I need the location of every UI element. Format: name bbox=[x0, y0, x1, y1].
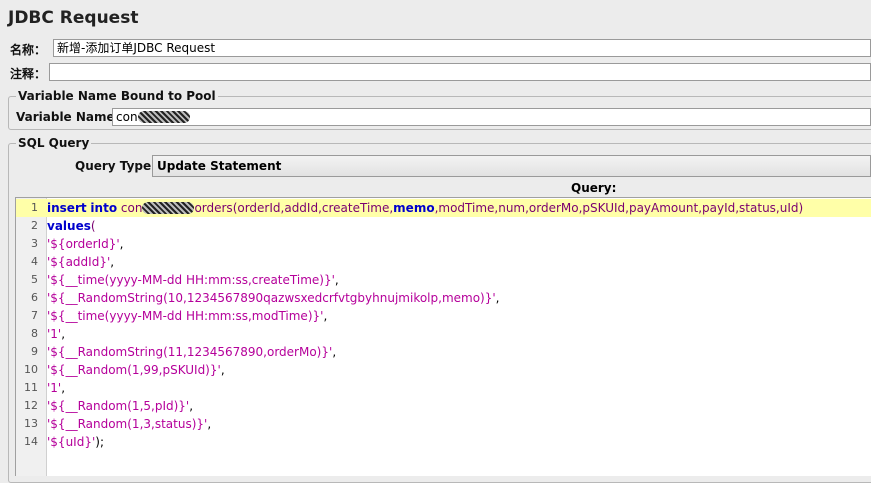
code-line[interactable]: 14 '${uId}'); bbox=[16, 433, 871, 451]
keyword-into: into bbox=[90, 201, 118, 215]
punctuation: , bbox=[189, 399, 194, 413]
string-literal: '1' bbox=[47, 381, 62, 395]
punctuation: , bbox=[334, 273, 339, 287]
redacted-mask-icon bbox=[142, 202, 195, 214]
open-paren: ( bbox=[90, 219, 96, 233]
string-literal: '${uId}' bbox=[47, 435, 96, 449]
punctuation: , bbox=[220, 363, 225, 377]
name-label: 名称： bbox=[10, 43, 47, 57]
punctuation: , bbox=[332, 345, 337, 359]
punctuation: , bbox=[61, 327, 66, 341]
variable-name-value: con bbox=[116, 110, 138, 124]
code-line[interactable]: 10 '${__Random(1,99,pSKUId)}', bbox=[16, 361, 871, 379]
column-list-a: (orderId,addId,createTime, bbox=[232, 201, 394, 215]
line-number: 12 bbox=[24, 399, 38, 412]
string-literal: '${__time(yyyy-MM-dd HH:mm:ss,createTime… bbox=[47, 273, 335, 287]
line-number: 6 bbox=[31, 291, 38, 304]
string-literal: '${orderId}' bbox=[47, 237, 120, 251]
line-number: 7 bbox=[31, 309, 38, 322]
punctuation: , bbox=[110, 255, 115, 269]
code-line[interactable]: 12 '${__Random(1,5,pId)}', bbox=[16, 397, 871, 415]
code-line[interactable]: 13 '${__Random(1,3,status)}', bbox=[16, 415, 871, 433]
sql-editor[interactable]: 1 insert into con orders(orderId,addId,cr… bbox=[15, 197, 871, 476]
redacted-mask-icon bbox=[137, 111, 190, 123]
string-literal: '${__Random(1,5,pId)}' bbox=[47, 399, 190, 413]
code-line[interactable]: 7 '${__time(yyyy-MM-dd HH:mm:ss,modTime)… bbox=[16, 307, 871, 325]
string-literal: '${__RandomString(10,1234567890qazwsxedc… bbox=[47, 291, 496, 305]
line-number: 13 bbox=[24, 417, 38, 430]
string-literal: '${__time(yyyy-MM-dd HH:mm:ss,modTime)}' bbox=[47, 309, 324, 323]
punctuation: , bbox=[119, 237, 124, 251]
punctuation: , bbox=[323, 309, 328, 323]
query-type-label: Query Type: bbox=[75, 159, 156, 173]
punctuation: , bbox=[495, 291, 500, 305]
variable-name-label: Variable Name: bbox=[16, 110, 120, 124]
string-literal: '${addId}' bbox=[47, 255, 111, 269]
line-number: 1 bbox=[31, 201, 38, 214]
name-input[interactable]: 新增-添加订单JDBC Request bbox=[53, 39, 871, 57]
punctuation: , bbox=[61, 381, 66, 395]
code-line[interactable]: 1 insert into con orders(orderId,addId,cr… bbox=[16, 199, 871, 217]
code-line[interactable]: 3 '${orderId}', bbox=[16, 235, 871, 253]
column-list-b: ,modTime,num,orderMo,pSKUId,payAmount,pa… bbox=[434, 201, 804, 215]
string-literal: '${__Random(1,99,pSKUId)}' bbox=[47, 363, 221, 377]
line-number: 5 bbox=[31, 273, 38, 286]
query-header: Query: bbox=[571, 181, 617, 195]
keyword-insert: insert bbox=[47, 201, 87, 215]
comment-label: 注释： bbox=[10, 67, 47, 81]
line-number: 3 bbox=[31, 237, 38, 250]
code-line[interactable]: 11 '1', bbox=[16, 379, 871, 397]
line-number: 14 bbox=[24, 435, 38, 448]
query-type-select[interactable]: Update Statement bbox=[152, 155, 871, 177]
pool-group-title: Variable Name Bound to Pool bbox=[16, 89, 218, 103]
keyword-memo: memo bbox=[393, 201, 435, 215]
comment-input[interactable] bbox=[49, 63, 871, 81]
line-number: 8 bbox=[31, 327, 38, 340]
code-line[interactable]: 4 '${addId}', bbox=[16, 253, 871, 271]
code-line[interactable]: 2 values( bbox=[16, 217, 871, 235]
line-number: 2 bbox=[31, 219, 38, 232]
code-line[interactable]: 5 '${__time(yyyy-MM-dd HH:mm:ss,createTi… bbox=[16, 271, 871, 289]
string-literal: '${__RandomString(11,1234567890,orderMo)… bbox=[47, 345, 333, 359]
sql-group-title: SQL Query bbox=[16, 136, 92, 150]
variable-name-input[interactable]: con bbox=[112, 108, 871, 126]
panel-title: JDBC Request bbox=[8, 8, 139, 28]
code-line[interactable]: 6 '${__RandomString(10,1234567890qazwsxe… bbox=[16, 289, 871, 307]
keyword-values: values bbox=[47, 219, 91, 233]
line-number: 10 bbox=[24, 363, 38, 376]
line-number: 4 bbox=[31, 255, 38, 268]
table-name-suffix: orders bbox=[194, 201, 233, 215]
table-name-prefix: con bbox=[120, 201, 143, 215]
code-line[interactable]: 8 '1', bbox=[16, 325, 871, 343]
code-line[interactable]: 9 '${__RandomString(11,1234567890,orderM… bbox=[16, 343, 871, 361]
string-literal: '${__Random(1,3,status)}' bbox=[47, 417, 208, 431]
line-number: 9 bbox=[31, 345, 38, 358]
punctuation: , bbox=[207, 417, 212, 431]
punctuation: ); bbox=[95, 435, 104, 449]
string-literal: '1' bbox=[47, 327, 62, 341]
line-number: 11 bbox=[24, 381, 38, 394]
